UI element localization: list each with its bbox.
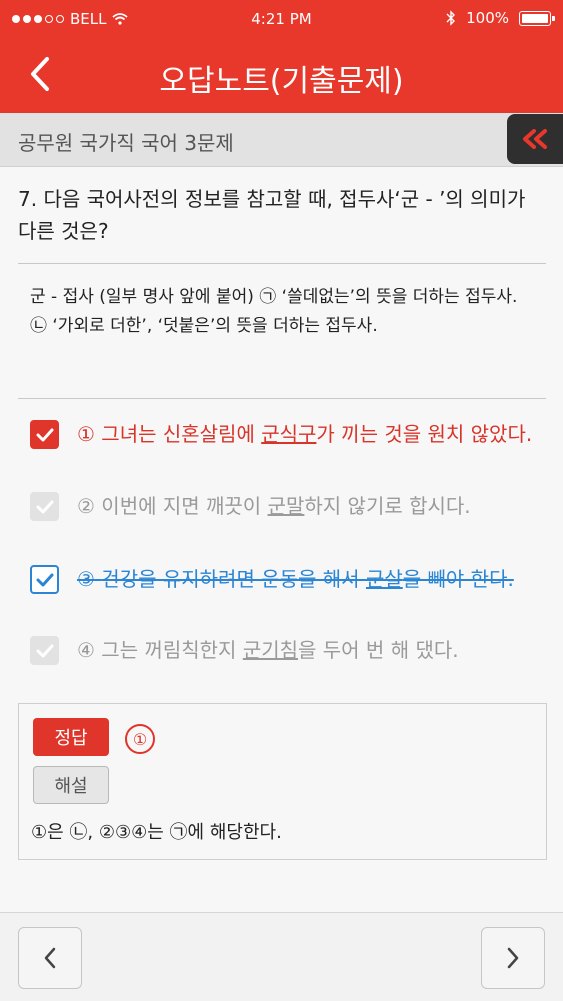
option-2-text: ② 이번에 지면 깨끗이 군말하지 않기로 합시다.: [77, 494, 471, 518]
check-icon: [36, 573, 53, 586]
divider: [18, 398, 546, 399]
option-number: ④: [77, 638, 95, 662]
underlined-word: 군기침: [242, 638, 299, 662]
dictionary-definition: 군 - 접사 (일부 명사 앞에 붙어) ㉠ ‘쓸데없는’의 뜻을 더하는 접두…: [30, 287, 518, 336]
option-number: ②: [77, 494, 95, 518]
double-chevron-left-icon: [523, 129, 547, 149]
battery-icon: [519, 10, 555, 26]
bottom-nav: [0, 912, 563, 1001]
answer-value: ①: [125, 724, 155, 754]
checkbox-disabled[interactable]: [30, 636, 59, 665]
battery-percent: 100%: [466, 9, 509, 27]
option-number: ③: [77, 567, 95, 591]
checkbox-checked-blue[interactable]: [30, 565, 59, 594]
check-icon: [36, 500, 53, 513]
checkbox-checked[interactable]: [30, 420, 59, 449]
explanation-text: ①은 ㉡, ②③④는 ㉠에 해당한다.: [31, 822, 282, 843]
app-header: 오답노트(기출문제): [0, 38, 563, 113]
divider: [18, 263, 546, 264]
explanation-button[interactable]: 해설: [33, 766, 109, 804]
underlined-word: 군식구: [261, 422, 317, 446]
top-bar: BELL 4:21 PM 100% 오답노트(기출문제): [0, 0, 563, 113]
chevron-left-icon: [44, 947, 56, 969]
next-button[interactable]: [481, 927, 545, 989]
category-label: 공무원 국가직 국어 3문제: [18, 131, 234, 155]
chevron-right-icon: [507, 947, 519, 969]
question-text: 7. 다음 국어사전의 정보를 참고할 때, 접두사‘군 - ’의 의미가 다른…: [18, 187, 526, 243]
status-bar: BELL 4:21 PM 100%: [0, 0, 563, 38]
checkbox-disabled[interactable]: [30, 492, 59, 521]
bluetooth-icon: [446, 10, 456, 26]
check-icon: [36, 428, 53, 441]
check-icon: [36, 644, 53, 657]
collapse-panel-button[interactable]: [507, 114, 563, 164]
underlined-word: 군말: [267, 494, 305, 518]
category-bar: 공무원 국가직 국어 3문제: [0, 113, 563, 167]
answer-panel: 정답 ① 해설 ①은 ㉡, ②③④는 ㉠에 해당한다.: [18, 703, 547, 860]
previous-button[interactable]: [18, 927, 82, 989]
underlined-word: 군살: [365, 567, 403, 591]
page-title: 오답노트(기출문제): [159, 64, 404, 99]
answer-button[interactable]: 정답: [33, 718, 109, 756]
option-1-text: ① 그녀는 신혼살림에 군식구가 끼는 것을 원치 않았다.: [77, 422, 533, 446]
option-3-text: ③ 건강을 유지하려면 운동을 해서 군살을 빼야 한다.: [77, 567, 514, 591]
option-4-text: ④ 그는 꺼림칙한지 군기침을 두어 번 해 댔다.: [77, 638, 459, 662]
option-number: ①: [77, 422, 95, 446]
